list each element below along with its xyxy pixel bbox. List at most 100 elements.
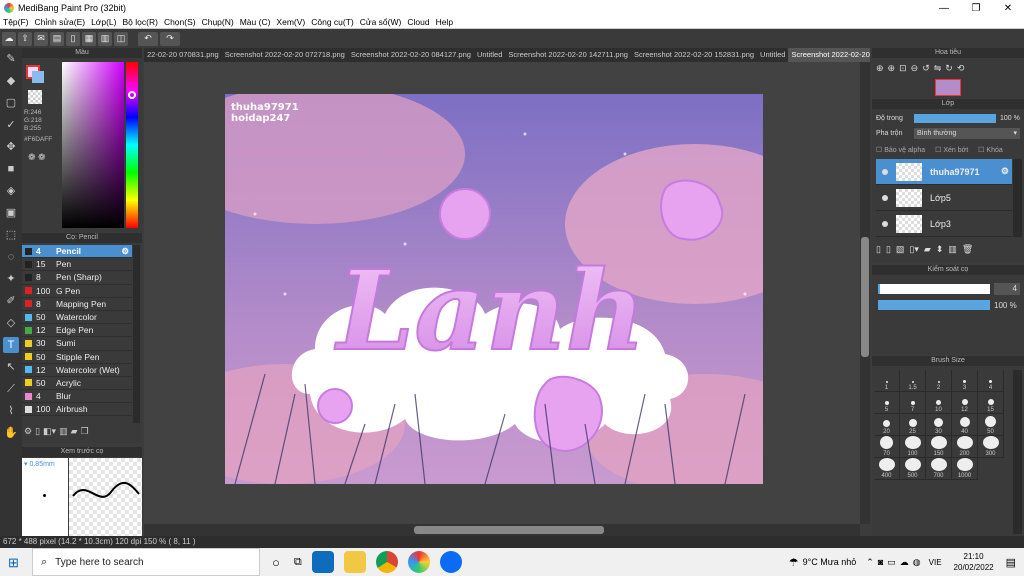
horizontal-scrollbar[interactable] [144,524,860,536]
maximize-button[interactable]: ❐ [960,3,992,14]
magic-wand-tool-icon[interactable]: ✦ [3,271,19,287]
panels-icon[interactable]: ◫ [114,31,128,46]
brush-size-slider[interactable] [878,284,990,294]
minimize-button[interactable]: — [928,3,960,14]
language-indicator[interactable]: VIE [929,558,942,567]
brush-item[interactable]: 8 Pen (Sharp) [22,271,132,285]
brush-item[interactable]: 12 Edge Pen [22,324,132,338]
flip-icon[interactable]: ⇋ [934,63,942,74]
fill-rect-tool-icon[interactable]: ■ [3,161,19,177]
menu-tools[interactable]: Công cụ(T) [308,17,357,27]
brush-size-preset[interactable]: 25 [900,414,926,436]
eraser-tool-icon[interactable]: ◆ [3,73,19,89]
copy-brush-icon[interactable]: ▥ [59,426,68,437]
menu-cloud[interactable]: Cloud [404,17,432,27]
menu-filter[interactable]: Bộ lọc(R) [120,17,161,27]
menu-window[interactable]: Cửa sổ(W) [357,17,405,27]
brush-opacity-slider[interactable] [878,300,990,310]
mail-icon[interactable] [311,551,334,573]
layer-type-icon[interactable]: ▯▾ [909,244,918,255]
brush-size-preset[interactable]: 15 [978,392,1004,414]
menu-help[interactable]: Help [433,17,456,27]
brush-list-scrollbar[interactable] [133,245,140,423]
vertical-scrollbar[interactable] [860,62,870,524]
brush-size-preset[interactable]: 700 [926,458,952,480]
medibang-taskbar-icon[interactable] [407,551,430,573]
text-tool-icon[interactable]: T [3,337,19,353]
cortana-icon[interactable]: ○ [272,555,280,570]
comment-icon[interactable]: ✉ [34,31,48,46]
brush-size-preset[interactable]: 4 [978,370,1004,392]
layer-row-lop5[interactable]: Lớp5 [876,185,1012,211]
brush-size-scrollbar[interactable] [1013,370,1022,534]
tab-8-active[interactable]: Screenshot 2022-02-20 205623.png [788,48,870,62]
menu-view[interactable]: Xem(V) [273,17,308,27]
undo-icon[interactable]: ↶ [138,31,158,46]
select-pen-tool-icon[interactable]: ✐ [3,293,19,309]
clip-checkbox[interactable]: ☐ Xén bớt [935,146,968,154]
panel-icon[interactable]: ▥ [98,31,112,46]
cloud-icon[interactable]: ☁ [2,31,16,46]
page-icon[interactable]: ▯ [66,31,80,46]
grid-icon[interactable]: ▦ [82,31,96,46]
vertical-scroll-thumb[interactable] [861,237,869,357]
navigator-thumbnail[interactable] [935,79,961,96]
bucket-tool-icon[interactable]: ◈ [3,183,19,199]
brush-size-preset[interactable]: 70 [874,436,900,458]
divide-tool-icon[interactable]: ⟋ [3,381,19,397]
blend-select[interactable]: Bình thường ▾ [914,128,1020,139]
brush-size-preset[interactable]: 200 [952,436,978,458]
rotate-left-icon[interactable]: ↺ [922,63,930,74]
select-tool-icon[interactable]: ⬚ [3,227,19,243]
brush-size-preset[interactable]: 10 [926,392,952,414]
tab-5[interactable]: Screenshot 2022-02-20 142711.png [505,48,631,62]
visibility-icon[interactable] [882,220,888,227]
tab-6[interactable]: Screenshot 2022-02-20 152831.png [631,48,757,62]
lasso-tool-icon[interactable]: ◌ [3,249,19,265]
saturation-value-picker[interactable] [62,62,124,228]
brush-item[interactable]: 50 Stipple Pen [22,351,132,364]
folder-icon[interactable]: ▰ [924,244,931,255]
visibility-icon[interactable] [882,168,888,175]
gear-icon[interactable]: ⚙ [121,246,129,257]
tab-1[interactable]: 22-02-20 070831.png [144,48,222,62]
message-icon[interactable]: ▤ [50,31,64,46]
brush-item[interactable]: 100 Airbrush [22,403,132,417]
task-view-icon[interactable]: ⧉ [294,556,302,569]
eyedropper-tool-icon[interactable]: ⌇ [3,403,19,419]
tab-7[interactable]: Untitled [757,48,788,62]
brush-item[interactable]: 15 Pen [22,258,132,272]
palette-icon[interactable]: ❁ ❁ [28,152,46,163]
trash-icon[interactable]: 🗑 [962,244,973,255]
windows-start-icon[interactable]: ⊞ [8,555,19,571]
gradient-tool-icon[interactable]: ▣ [3,205,19,221]
brush-item[interactable]: 12 Watercolor (Wet) [22,364,132,377]
close-button[interactable]: ✕ [992,3,1024,14]
transparent-swatch[interactable] [28,90,42,104]
brush-item[interactable]: 50 Acrylic [22,377,132,391]
merge-icon[interactable]: ⬍ [936,244,944,255]
taskbar-search[interactable]: ⌕ Type here to search [32,548,260,576]
lock-checkbox[interactable]: ☐ Khóa [978,146,1003,154]
gear-icon[interactable]: ⚙ [1001,166,1009,177]
file-explorer-icon[interactable] [343,551,366,573]
brush-size-preset[interactable]: 7 [900,392,926,414]
menu-layer[interactable]: Lớp(L) [88,17,119,27]
move-tool-icon[interactable]: ✥ [3,139,19,155]
brush-size-preset[interactable]: 1000 [952,458,978,480]
tab-4[interactable]: Untitled [474,48,505,62]
brush-size-preset[interactable]: 2 [926,370,952,392]
brush-item[interactable]: 50 Watercolor [22,311,132,325]
notification-icon[interactable]: ▤ [1006,556,1016,569]
chrome-icon[interactable] [375,551,398,573]
halftone-layer-icon[interactable]: ▧ [896,244,905,255]
reset-icon[interactable]: ⟲ [957,63,965,74]
brush-size-preset[interactable]: 30 [926,414,952,436]
hue-slider[interactable] [126,62,138,228]
layer-scrollbar[interactable] [1013,159,1022,237]
brush-item[interactable]: 4 Pencil ⚙ [22,245,132,259]
weather-text[interactable]: 9°C Mưa nhỏ [803,557,857,567]
brush-size-preset[interactable]: 5 [874,392,900,414]
protect-alpha-checkbox[interactable]: ☐ Bảo vệ alpha [876,146,925,154]
rotate-right-icon[interactable]: ↻ [945,63,953,74]
